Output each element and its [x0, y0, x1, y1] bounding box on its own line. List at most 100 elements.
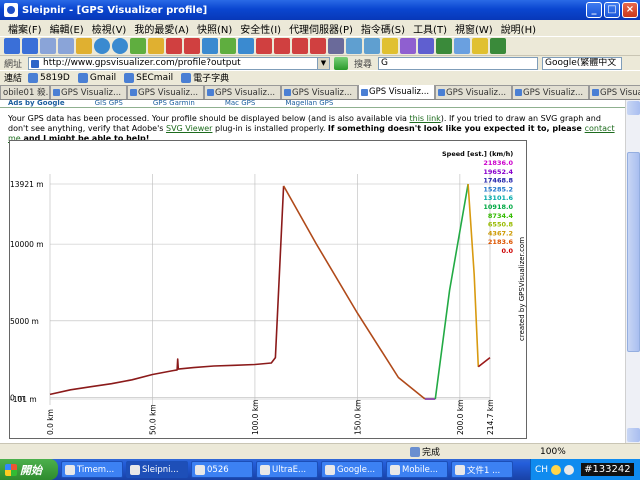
toolbar-icon[interactable] [76, 38, 92, 54]
toolbar-icon[interactable] [328, 38, 344, 54]
toolbar-icon[interactable] [202, 38, 218, 54]
toolbar-icon[interactable] [490, 38, 506, 54]
browser-tab[interactable]: GPS Visualiz... [512, 85, 589, 99]
menu-item[interactable]: 檔案(F) [4, 21, 46, 36]
taskbar-item[interactable]: Google... [321, 461, 383, 478]
toolbar-icon[interactable] [238, 38, 254, 54]
zoom-level[interactable]: 100% [540, 447, 566, 457]
browser-tab[interactable]: GPS Visualiz... [204, 85, 281, 99]
maximize-button[interactable]: □ [604, 2, 620, 18]
scroll-down-button[interactable] [627, 428, 640, 442]
toolbar-icon[interactable] [472, 38, 488, 54]
vertical-scrollbar[interactable] [625, 100, 640, 443]
address-dropdown-button[interactable]: ▼ [318, 56, 330, 70]
toolbar-icon[interactable] [4, 38, 20, 54]
search-input[interactable]: G [378, 56, 538, 70]
toolbar-icon[interactable] [166, 38, 182, 54]
ad-link[interactable]: GPS Garmin [153, 100, 195, 107]
tab-label: GPS Visualiz... [138, 87, 199, 98]
toolbar-icon[interactable] [184, 38, 200, 54]
taskbar-item[interactable]: 文件1 ... [451, 461, 513, 478]
toolbar-icon[interactable] [220, 38, 236, 54]
browser-tab[interactable]: obile01 殺... [0, 85, 50, 99]
toolbar-icon[interactable] [400, 38, 416, 54]
toolbar-icon[interactable] [94, 38, 110, 54]
menu-item[interactable]: 指令碼(S) [357, 21, 409, 36]
minimize-button[interactable]: _ [586, 2, 602, 18]
menu-item[interactable]: 代理伺服器(P) [285, 21, 357, 36]
toolbar-icon[interactable] [274, 38, 290, 54]
menu-item[interactable]: 快照(N) [193, 21, 236, 36]
browser-tab[interactable]: GPS Visualiz... [435, 85, 512, 99]
toolbar-icon[interactable] [364, 38, 380, 54]
favorite-link[interactable]: 5819D [28, 71, 70, 84]
browser-tab[interactable]: GPS Visualiz... [127, 85, 204, 99]
go-button[interactable] [334, 56, 348, 70]
toolbar-icon[interactable] [148, 38, 164, 54]
favorite-link[interactable]: 電子字典 [181, 71, 229, 84]
taskbar-item[interactable]: Timem... [61, 461, 123, 478]
menu-item[interactable]: 檢視(V) [88, 21, 131, 36]
tab-label: GPS Visualiz... [523, 87, 584, 98]
toolbar-icon[interactable] [58, 38, 74, 54]
windows-flag-icon [5, 463, 17, 476]
scroll-up-button[interactable] [627, 101, 640, 115]
link-icon [124, 72, 135, 83]
scroll-thumb[interactable] [627, 152, 640, 352]
start-button[interactable]: 開始 [0, 459, 58, 480]
address-row: 網址 http://www.gpsvisualizer.com/profile?… [0, 56, 640, 70]
toolbar-icon[interactable] [418, 38, 434, 54]
taskbar-item[interactable]: UltraE... [256, 461, 318, 478]
taskbar-item[interactable]: Sleipni... [126, 461, 188, 478]
favorite-link-label: SECmail [136, 72, 174, 83]
favorite-link[interactable]: Gmail [77, 71, 116, 84]
x-tick-label: 50.0 km [148, 404, 157, 435]
elevation-line [282, 185, 426, 400]
browser-tab[interactable]: GPS Visualiz... [589, 85, 640, 99]
legend-entry: 10918.0 [483, 203, 513, 211]
address-input[interactable]: http://www.gpsvisualizer.com/profile?out… [28, 56, 318, 70]
ad-link[interactable]: Mac GPS [225, 100, 256, 107]
this-link[interactable]: this link [409, 114, 440, 123]
browser-tab[interactable]: GPS Visualiz... [358, 85, 435, 99]
ad-link[interactable]: Ads by Google [8, 100, 65, 107]
ad-link[interactable]: GIS GPS [95, 100, 123, 107]
toolbar-icon[interactable] [436, 38, 452, 54]
toolbar-icon[interactable] [40, 38, 56, 54]
close-button[interactable]: × [622, 2, 638, 18]
menu-item[interactable]: 編輯(E) [46, 21, 88, 36]
taskbar-item[interactable]: Mobile... [386, 461, 448, 478]
menu-item[interactable]: 安全性(I) [236, 21, 285, 36]
toolbar-icon[interactable] [310, 38, 326, 54]
toolbar-icon[interactable] [256, 38, 272, 54]
toolbar-icon[interactable] [22, 38, 38, 54]
status-done: 完成 [410, 445, 440, 458]
elevation-line [49, 185, 285, 396]
menu-item[interactable]: 視窗(W) [451, 21, 497, 36]
menu-item[interactable]: 工具(T) [409, 21, 451, 36]
task-icon [260, 464, 270, 475]
tray-icon[interactable] [564, 464, 575, 475]
menu-item[interactable]: 我的最愛(A) [130, 21, 193, 36]
toolbar-icon[interactable] [292, 38, 308, 54]
task-label: Mobile... [402, 464, 438, 475]
browser-tab[interactable]: GPS Visualiz... [50, 85, 127, 99]
favorite-link[interactable]: SECmail [124, 71, 173, 84]
toolbar-icon[interactable] [112, 38, 128, 54]
task-label: Sleipni... [142, 464, 179, 475]
toolbar-icon[interactable] [382, 38, 398, 54]
toolbar-icon[interactable] [454, 38, 470, 54]
search-engine-select[interactable]: Google(繁體中文 [542, 56, 622, 70]
browser-tab[interactable]: GPS Visualiz... [281, 85, 358, 99]
svg-viewer-link[interactable]: SVG Viewer [166, 124, 213, 133]
toolbar-icon[interactable] [346, 38, 362, 54]
tray-icon[interactable] [551, 464, 562, 475]
taskbar-item[interactable]: 0526 [191, 461, 253, 478]
toolbar-icon[interactable] [130, 38, 146, 54]
ad-link[interactable]: Magellan GPS [285, 100, 333, 107]
input-language[interactable]: CH [535, 465, 548, 475]
x-tick-label: 150.0 km [353, 399, 362, 435]
notice-bold-1: If something doesn't look like you expec… [327, 124, 585, 133]
x-tick-label: 0.0 km [46, 409, 55, 435]
menu-item[interactable]: 說明(H) [497, 21, 540, 36]
